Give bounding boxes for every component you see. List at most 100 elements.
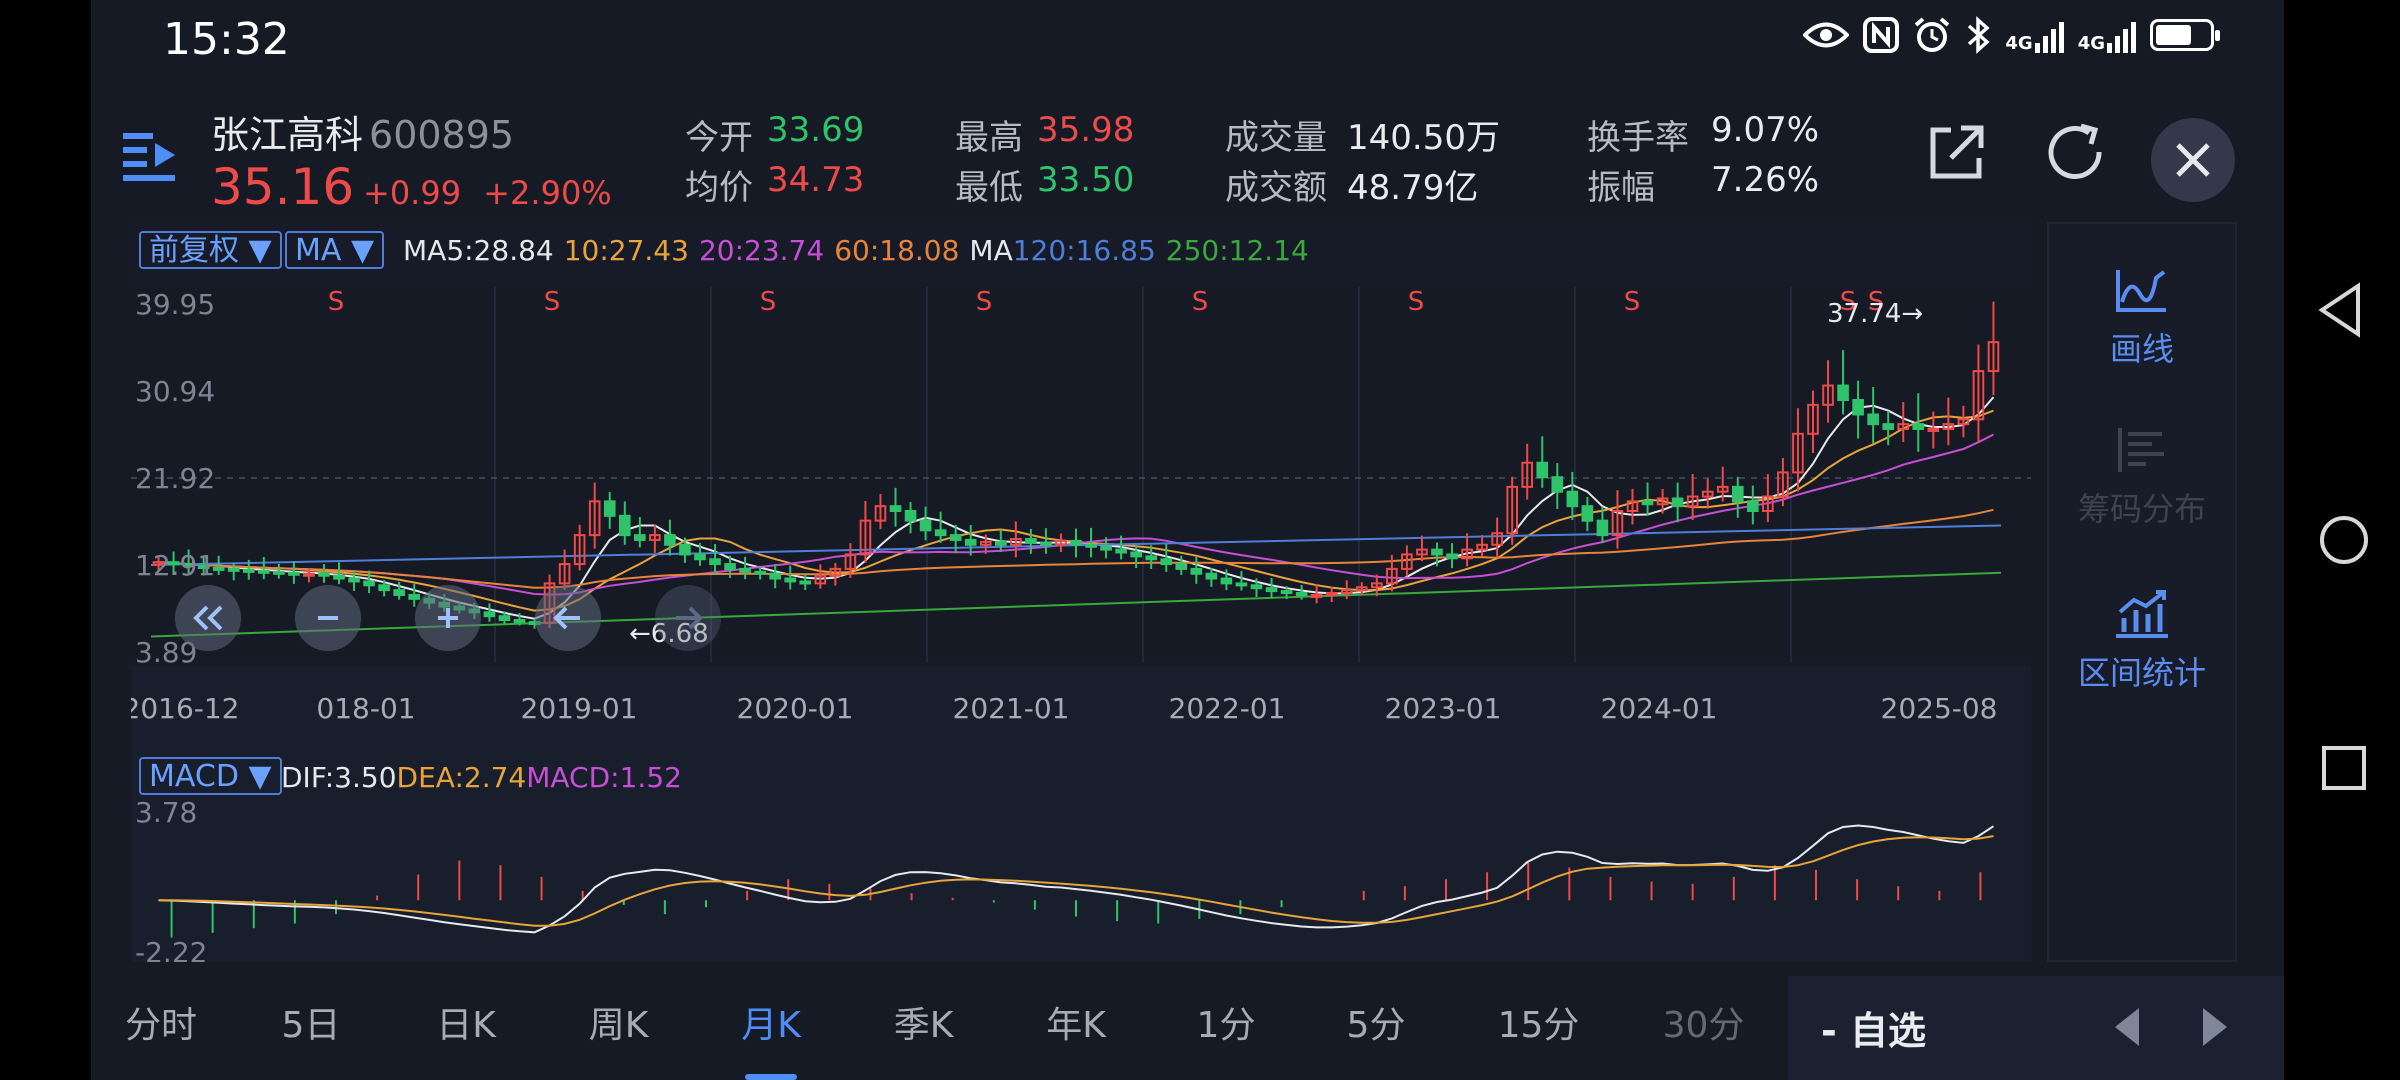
home-icon[interactable]: [2318, 514, 2370, 566]
tab-5[interactable]: 季K: [846, 976, 1001, 1080]
candle-body: [664, 534, 676, 546]
stock-title: 张江高科 600895: [211, 104, 514, 159]
candle-body: [257, 569, 270, 574]
battery-icon: [2150, 19, 2220, 51]
candle-body: [1581, 505, 1594, 522]
signal-marker: S: [544, 287, 561, 317]
candle-body: [889, 505, 902, 513]
tab-1[interactable]: 5日: [231, 976, 391, 1080]
candle-body: [227, 567, 240, 572]
x-tick-label: 2016-12: [131, 692, 240, 725]
candle-body: [1671, 497, 1684, 508]
range-stats-tool[interactable]: 区间统计: [2049, 588, 2235, 694]
ma-value: 20:23.74: [698, 234, 825, 267]
refresh-icon[interactable]: [2041, 118, 2111, 188]
zoom-in-button[interactable]: [415, 585, 481, 651]
candle-body: [904, 510, 917, 522]
adjust-dropdown[interactable]: 前复权 ▼: [139, 231, 282, 269]
prev-stock-icon[interactable]: [2109, 1004, 2145, 1050]
tab-4[interactable]: 月K: [696, 976, 846, 1080]
macd-value: MACD:1.52: [526, 761, 682, 794]
status-time: 15:32: [163, 14, 290, 65]
minus-icon: [318, 616, 338, 620]
tab-9[interactable]: 15分: [1451, 976, 1626, 1080]
tab-6[interactable]: 年K: [1001, 976, 1151, 1080]
signal-marker: S: [1408, 287, 1425, 317]
ma-value: 120:16.85: [1012, 234, 1156, 267]
next-stock-icon[interactable]: [2197, 1004, 2233, 1050]
macd-y-tick-label: -2.22: [135, 936, 207, 962]
signal-marker: S: [1192, 287, 1209, 317]
price-change: +0.99 +2.90%: [363, 174, 612, 212]
candle-body: [1325, 592, 1338, 597]
dea-value: DEA:2.74: [396, 761, 527, 794]
tab-7[interactable]: 1分: [1151, 976, 1301, 1080]
x-tick-label: 2023-01: [1385, 692, 1502, 725]
scroll-right-button[interactable]: [655, 585, 721, 651]
signal-2: 4G: [2078, 17, 2136, 53]
arrow-right-icon: [676, 606, 703, 630]
candle-body: [1100, 545, 1112, 551]
candle-body: [709, 558, 721, 566]
draw-line-icon: [2116, 270, 2166, 312]
x-tick-label: 018-01: [316, 692, 415, 725]
candle-body: [1220, 577, 1233, 585]
candle-body: [1025, 537, 1037, 544]
quote-value: 35.98: [1037, 110, 1135, 150]
candle-body: [964, 538, 977, 546]
double-chevron-left-icon: [193, 605, 223, 631]
candle-body: [634, 534, 646, 541]
candle-body: [1040, 541, 1052, 546]
quote-label: 均价: [685, 168, 753, 208]
zoom-controls: [175, 585, 721, 651]
candle-body: [1446, 553, 1458, 560]
bluetooth-icon: [1968, 16, 1991, 54]
zoom-out-button[interactable]: [295, 585, 361, 651]
candle-body: [754, 570, 766, 575]
tab-2[interactable]: 日K: [391, 976, 541, 1080]
x-tick-label: 2019-01: [521, 692, 638, 725]
draw-line-tool[interactable]: 画线: [2049, 264, 2235, 370]
candle-body: [1551, 476, 1564, 493]
close-button[interactable]: [2151, 118, 2235, 202]
scroll-start-button[interactable]: [175, 585, 241, 651]
candle-body: [1536, 461, 1549, 479]
candle-body: [618, 514, 631, 537]
tab-8[interactable]: 5分: [1301, 976, 1451, 1080]
back-icon[interactable]: [2316, 282, 2364, 338]
candle-body: [1596, 519, 1609, 537]
share-icon[interactable]: [1921, 118, 1991, 188]
candle-body: [1085, 543, 1097, 548]
recents-icon[interactable]: [2320, 744, 2368, 792]
chip-distribution-tool[interactable]: 筹码分布: [2049, 424, 2235, 530]
period-tabs: 分时 5日 日K 周K 月K 季K 年K 1分 5分 15分 30分: [91, 976, 1791, 1080]
scroll-left-button[interactable]: [535, 585, 601, 651]
candle-body: [1310, 593, 1323, 598]
quote-value: 33.69: [767, 110, 865, 150]
range-stats-label: 区间统计: [2077, 654, 2206, 692]
candle-body: [288, 571, 300, 576]
indicator-dropdown[interactable]: MA ▼: [285, 231, 385, 269]
ma-values: MA5:28.84 10:27.43 20:23.74 60:18.08 MA 120:1…: [403, 234, 1309, 267]
candle-body: [1731, 485, 1744, 503]
quote-label: 最高: [955, 118, 1023, 158]
add-favorite-button[interactable]: - 自选: [1821, 1000, 1926, 1055]
candle-body: [1145, 555, 1158, 561]
tab-0[interactable]: 分时: [91, 976, 231, 1080]
quote-label: 成交额: [1225, 168, 1327, 208]
candle-body: [724, 563, 736, 570]
candle-body: [1867, 413, 1879, 426]
tab-10[interactable]: 30分: [1626, 976, 1781, 1080]
macd-dropdown[interactable]: MACD ▼: [139, 757, 282, 795]
eye-icon: [1803, 22, 1850, 48]
candle-body: [1882, 423, 1895, 430]
menu-collapse-icon[interactable]: [121, 125, 177, 185]
x-tick-label: 2020-01: [737, 692, 854, 725]
quote-label: 最低: [955, 168, 1023, 208]
tab-3[interactable]: 周K: [541, 976, 696, 1080]
candle-body: [212, 566, 225, 571]
quote-value: 9.07%: [1711, 110, 1820, 150]
tool-panel: 画线 筹码分布 区间统计: [2047, 222, 2237, 962]
candle-body: [1115, 548, 1127, 554]
ma-value: MA5:28.84: [403, 234, 554, 267]
